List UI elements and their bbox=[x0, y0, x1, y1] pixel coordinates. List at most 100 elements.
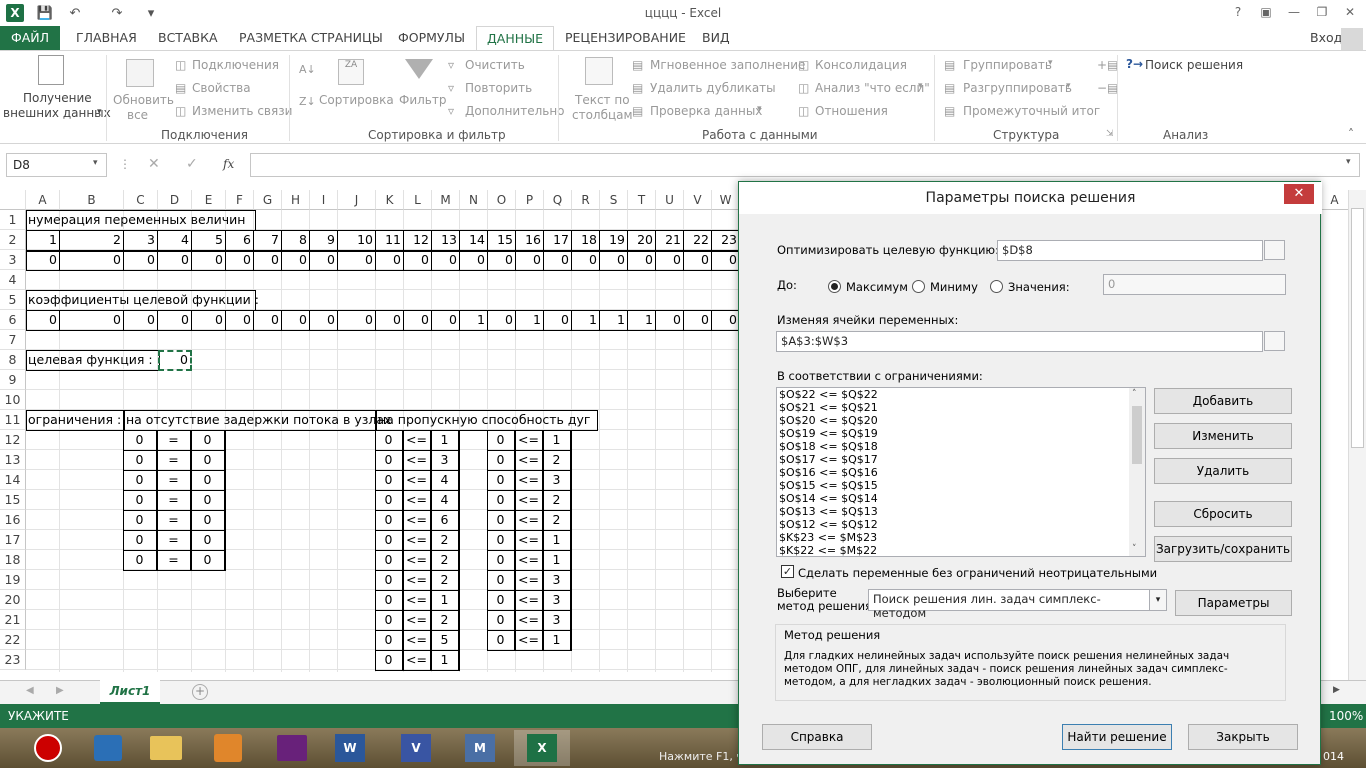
row-header[interactable]: 18 bbox=[0, 550, 26, 570]
solve-button[interactable]: Найти решение bbox=[1062, 724, 1172, 750]
value-input[interactable]: 0 bbox=[1103, 274, 1286, 295]
row-header[interactable]: 14 bbox=[0, 470, 26, 490]
close-button[interactable]: Закрыть bbox=[1188, 724, 1298, 750]
column-header[interactable]: F bbox=[226, 190, 254, 210]
connections-button[interactable]: Подключения bbox=[192, 58, 279, 72]
get-external-label-2[interactable]: внешних данных bbox=[3, 106, 111, 120]
mathcad-icon[interactable]: M bbox=[452, 730, 508, 766]
column-header[interactable]: P bbox=[516, 190, 544, 210]
get-external-data-icon[interactable] bbox=[38, 55, 64, 85]
horizontal-scrollbar[interactable]: ▶ bbox=[1321, 680, 1366, 704]
filter-icon[interactable] bbox=[405, 59, 433, 79]
column-header[interactable]: K bbox=[376, 190, 404, 210]
insert-function-icon[interactable]: fx bbox=[223, 157, 234, 171]
column-header[interactable]: D bbox=[158, 190, 192, 210]
row-header[interactable]: 17 bbox=[0, 530, 26, 550]
collapse-dialog-icon[interactable] bbox=[1264, 240, 1285, 260]
row-header[interactable]: 6 bbox=[0, 310, 26, 330]
text-to-columns-label-2[interactable]: столбцам bbox=[572, 108, 633, 122]
scrollbar-thumb[interactable] bbox=[1132, 406, 1142, 464]
radio-value-label[interactable]: Значения: bbox=[1008, 280, 1070, 294]
dialog-launcher-icon[interactable]: ⇲ bbox=[1106, 129, 1114, 139]
column-header[interactable]: A bbox=[26, 190, 60, 210]
collapse-dialog-icon[interactable] bbox=[1264, 331, 1285, 351]
list-item[interactable]: $O$13 <= $Q$13 bbox=[777, 505, 1145, 518]
row-header[interactable]: 5 bbox=[0, 290, 26, 310]
sheet-tab-list1[interactable]: Лист1 bbox=[100, 680, 160, 704]
refresh-all-icon[interactable] bbox=[126, 59, 154, 87]
row-header[interactable]: 7 bbox=[0, 330, 26, 350]
hide-detail-icon[interactable]: −▤ bbox=[1097, 81, 1118, 95]
chevron-down-icon[interactable]: ▾ bbox=[1149, 589, 1167, 611]
minimize-button[interactable]: — bbox=[1280, 2, 1308, 22]
nonneg-checkbox[interactable]: ✓ bbox=[781, 565, 794, 578]
row-header[interactable]: 12 bbox=[0, 430, 26, 450]
solver-button[interactable]: Поиск решения bbox=[1145, 58, 1243, 72]
formula-input[interactable] bbox=[250, 153, 1360, 177]
row-header[interactable]: 11 bbox=[0, 410, 26, 430]
list-scrollbar[interactable]: ˄ ˅ bbox=[1129, 388, 1145, 556]
row-header[interactable]: 20 bbox=[0, 590, 26, 610]
column-header[interactable]: C bbox=[124, 190, 158, 210]
column-header[interactable]: O bbox=[488, 190, 516, 210]
radio-min[interactable] bbox=[912, 280, 925, 293]
enter-icon[interactable]: ✓ bbox=[186, 156, 198, 172]
tab-file[interactable]: ФАЙЛ bbox=[0, 26, 60, 50]
load-save-button[interactable]: Загрузить/сохранить bbox=[1154, 536, 1292, 562]
vars-input[interactable]: $A$3:$W$3 bbox=[776, 331, 1263, 352]
word-icon[interactable]: W bbox=[322, 730, 378, 766]
column-header[interactable]: T bbox=[628, 190, 656, 210]
list-item[interactable]: $K$23 <= $M$23 bbox=[777, 531, 1145, 544]
column-header[interactable]: G bbox=[254, 190, 282, 210]
column-header[interactable]: M bbox=[432, 190, 460, 210]
row-header[interactable]: 9 bbox=[0, 370, 26, 390]
ribbon-display-icon[interactable]: ▣ bbox=[1252, 2, 1280, 22]
consolidate-button[interactable]: Консолидация bbox=[815, 58, 907, 72]
tab-home[interactable]: ГЛАВНАЯ bbox=[76, 26, 137, 50]
control-panel-icon[interactable] bbox=[80, 730, 136, 766]
list-item[interactable]: $O$16 <= $Q$16 bbox=[777, 466, 1145, 479]
clear-button[interactable]: Очистить bbox=[465, 58, 525, 72]
delete-button[interactable]: Удалить bbox=[1154, 458, 1292, 484]
add-button[interactable]: Добавить bbox=[1154, 388, 1292, 414]
relationships-button[interactable]: Отношения bbox=[815, 104, 888, 118]
advanced-button[interactable]: Дополнительно bbox=[465, 104, 565, 118]
text-to-columns-label-1[interactable]: Текст по bbox=[575, 93, 630, 107]
list-item[interactable]: $O$17 <= $Q$17 bbox=[777, 453, 1145, 466]
tab-page-layout[interactable]: РАЗМЕТКА СТРАНИЦЫ bbox=[239, 26, 383, 50]
ungroup-button[interactable]: Разгруппировать bbox=[963, 81, 1072, 95]
show-detail-icon[interactable]: +▤ bbox=[1097, 58, 1118, 72]
row-header[interactable]: 3 bbox=[0, 250, 26, 270]
change-button[interactable]: Изменить bbox=[1154, 423, 1292, 449]
row-header[interactable]: 23 bbox=[0, 650, 26, 670]
visual-studio-icon[interactable] bbox=[264, 730, 320, 766]
media-player-icon[interactable] bbox=[200, 730, 256, 766]
vertical-scrollbar[interactable] bbox=[1348, 190, 1366, 680]
constraints-list[interactable]: $O$22 <= $Q$22 $O$21 <= $Q$21 $O$20 <= $… bbox=[776, 387, 1146, 557]
list-item[interactable]: $K$22 <= $M$22 bbox=[777, 544, 1145, 556]
column-header[interactable]: L bbox=[404, 190, 432, 210]
row-header[interactable]: 15 bbox=[0, 490, 26, 510]
tab-view[interactable]: ВИД bbox=[702, 26, 730, 50]
sort-dialog-icon[interactable]: ZA bbox=[338, 59, 364, 85]
chevron-down-icon[interactable]: ▾ bbox=[93, 158, 98, 168]
help-button[interactable]: Справка bbox=[762, 724, 872, 750]
edit-links-button[interactable]: Изменить связи bbox=[192, 104, 292, 118]
power-icon[interactable] bbox=[20, 730, 76, 766]
list-item[interactable]: $O$18 <= $Q$18 bbox=[777, 440, 1145, 453]
radio-min-label[interactable]: Миниму bbox=[930, 280, 978, 294]
radio-max-label[interactable]: Максимум bbox=[846, 280, 908, 294]
objective-input[interactable]: $D$8 bbox=[997, 240, 1263, 261]
file-explorer-icon[interactable] bbox=[138, 730, 194, 766]
list-item[interactable]: $O$14 <= $Q$14 bbox=[777, 492, 1145, 505]
properties-button[interactable]: Свойства bbox=[192, 81, 251, 95]
scrollbar-thumb[interactable] bbox=[1351, 208, 1364, 448]
column-header[interactable]: H bbox=[282, 190, 310, 210]
restore-button[interactable]: ❐ bbox=[1308, 2, 1336, 22]
scroll-down-icon[interactable]: ˅ bbox=[1132, 544, 1137, 554]
reset-button[interactable]: Сбросить bbox=[1154, 501, 1292, 527]
list-item[interactable]: $O$20 <= $Q$20 bbox=[777, 414, 1145, 427]
row-header[interactable]: 21 bbox=[0, 610, 26, 630]
row-header[interactable]: 19 bbox=[0, 570, 26, 590]
column-header[interactable]: E bbox=[192, 190, 226, 210]
